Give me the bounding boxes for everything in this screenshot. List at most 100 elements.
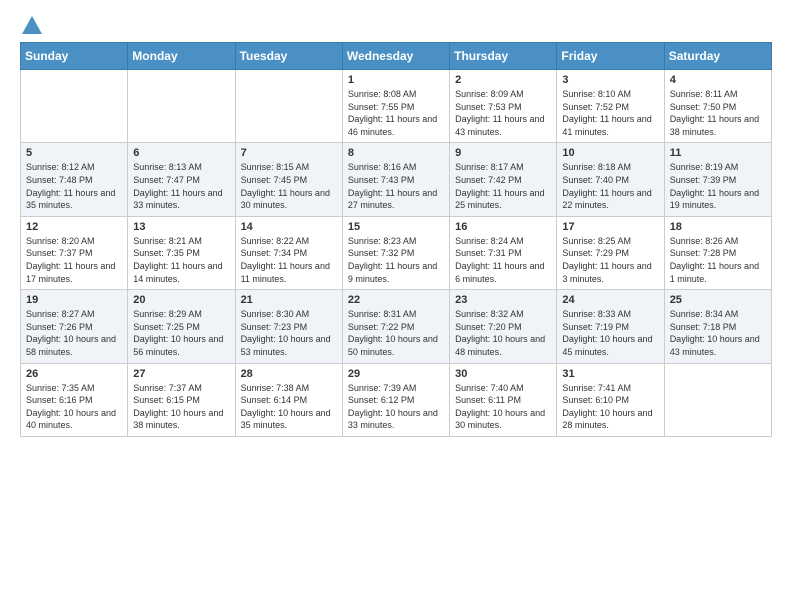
day-number: 1 xyxy=(348,74,444,86)
day-info: Sunrise: 7:35 AM Sunset: 6:16 PM Dayligh… xyxy=(26,382,122,432)
day-number: 14 xyxy=(241,221,337,233)
day-number: 6 xyxy=(133,147,229,159)
table-cell: 12 Sunrise: 8:20 AM Sunset: 7:37 PM Dayli… xyxy=(21,216,128,289)
day-number: 24 xyxy=(562,294,658,306)
day-number: 22 xyxy=(348,294,444,306)
table-cell: 19 Sunrise: 8:27 AM Sunset: 7:26 PM Dayli… xyxy=(21,290,128,363)
day-info: Sunrise: 8:32 AM Sunset: 7:20 PM Dayligh… xyxy=(455,308,551,358)
day-info: Sunrise: 8:21 AM Sunset: 7:35 PM Dayligh… xyxy=(133,235,229,285)
table-cell: 28Sunrise: 7:38 AM Sunset: 6:14 PM Dayli… xyxy=(235,363,342,436)
day-number: 23 xyxy=(455,294,551,306)
table-cell: 13 Sunrise: 8:21 AM Sunset: 7:35 PM Dayli… xyxy=(128,216,235,289)
table-cell: 2 Sunrise: 8:09 AM Sunset: 7:53 PM Daylig… xyxy=(450,70,557,143)
calendar-week-row: 19 Sunrise: 8:27 AM Sunset: 7:26 PM Dayli… xyxy=(21,290,772,363)
table-cell xyxy=(235,70,342,143)
day-number: 30 xyxy=(455,368,551,380)
day-info: Sunrise: 8:22 AM Sunset: 7:34 PM Dayligh… xyxy=(241,235,337,285)
day-number: 9 xyxy=(455,147,551,159)
day-number: 12 xyxy=(26,221,122,233)
calendar-week-row: 5 Sunrise: 8:12 AM Sunset: 7:48 PM Daylig… xyxy=(21,143,772,216)
table-cell: 27Sunrise: 7:37 AM Sunset: 6:15 PM Dayli… xyxy=(128,363,235,436)
table-cell: 23 Sunrise: 8:32 AM Sunset: 7:20 PM Dayli… xyxy=(450,290,557,363)
day-info: Sunrise: 8:11 AM Sunset: 7:50 PM Dayligh… xyxy=(670,88,766,138)
table-cell: 26 Sunrise: 7:35 AM Sunset: 6:16 PM Dayli… xyxy=(21,363,128,436)
table-cell: 20 Sunrise: 8:29 AM Sunset: 7:25 PM Dayli… xyxy=(128,290,235,363)
day-number: 5 xyxy=(26,147,122,159)
table-cell: 25Sunrise: 8:34 AM Sunset: 7:18 PM Dayli… xyxy=(664,290,771,363)
table-cell: 5 Sunrise: 8:12 AM Sunset: 7:48 PM Daylig… xyxy=(21,143,128,216)
day-number: 20 xyxy=(133,294,229,306)
day-number: 21 xyxy=(241,294,337,306)
day-info: Sunrise: 8:20 AM Sunset: 7:37 PM Dayligh… xyxy=(26,235,122,285)
logo-triangle-icon xyxy=(22,16,42,34)
day-number: 26 xyxy=(26,368,122,380)
day-number: 8 xyxy=(348,147,444,159)
table-cell: 16 Sunrise: 8:24 AM Sunset: 7:31 PM Dayli… xyxy=(450,216,557,289)
table-cell: 29 Sunrise: 7:39 AM Sunset: 6:12 PM Dayli… xyxy=(342,363,449,436)
table-cell: 31 Sunrise: 7:41 AM Sunset: 6:10 PM Dayli… xyxy=(557,363,664,436)
day-number: 7 xyxy=(241,147,337,159)
day-info: Sunrise: 8:24 AM Sunset: 7:31 PM Dayligh… xyxy=(455,235,551,285)
day-info: Sunrise: 7:40 AM Sunset: 6:11 PM Dayligh… xyxy=(455,382,551,432)
day-info: Sunrise: 8:13 AM Sunset: 7:47 PM Dayligh… xyxy=(133,161,229,211)
col-wednesday: Wednesday xyxy=(342,43,449,70)
calendar-week-row: 12 Sunrise: 8:20 AM Sunset: 7:37 PM Dayli… xyxy=(21,216,772,289)
day-info: Sunrise: 8:16 AM Sunset: 7:43 PM Dayligh… xyxy=(348,161,444,211)
day-number: 31 xyxy=(562,368,658,380)
day-info: Sunrise: 7:41 AM Sunset: 6:10 PM Dayligh… xyxy=(562,382,658,432)
calendar-table: Sunday Monday Tuesday Wednesday Thursday… xyxy=(20,42,772,437)
day-info: Sunrise: 8:26 AM Sunset: 7:28 PM Dayligh… xyxy=(670,235,766,285)
table-cell: 11 Sunrise: 8:19 AM Sunset: 7:39 PM Dayli… xyxy=(664,143,771,216)
table-cell: 9 Sunrise: 8:17 AM Sunset: 7:42 PM Daylig… xyxy=(450,143,557,216)
table-cell: 8 Sunrise: 8:16 AM Sunset: 7:43 PM Daylig… xyxy=(342,143,449,216)
table-cell: 30 Sunrise: 7:40 AM Sunset: 6:11 PM Dayli… xyxy=(450,363,557,436)
day-info: Sunrise: 8:29 AM Sunset: 7:25 PM Dayligh… xyxy=(133,308,229,358)
table-cell: 22 Sunrise: 8:31 AM Sunset: 7:22 PM Dayli… xyxy=(342,290,449,363)
table-cell: 1 Sunrise: 8:08 AM Sunset: 7:55 PM Daylig… xyxy=(342,70,449,143)
header xyxy=(20,16,772,34)
day-info: Sunrise: 8:17 AM Sunset: 7:42 PM Dayligh… xyxy=(455,161,551,211)
table-cell xyxy=(128,70,235,143)
day-number: 18 xyxy=(670,221,766,233)
day-number: 19 xyxy=(26,294,122,306)
day-info: Sunrise: 8:12 AM Sunset: 7:48 PM Dayligh… xyxy=(26,161,122,211)
day-info: Sunrise: 7:39 AM Sunset: 6:12 PM Dayligh… xyxy=(348,382,444,432)
day-info: Sunrise: 8:19 AM Sunset: 7:39 PM Dayligh… xyxy=(670,161,766,211)
day-number: 15 xyxy=(348,221,444,233)
day-number: 4 xyxy=(670,74,766,86)
day-number: 2 xyxy=(455,74,551,86)
day-info: Sunrise: 8:23 AM Sunset: 7:32 PM Dayligh… xyxy=(348,235,444,285)
day-number: 16 xyxy=(455,221,551,233)
table-cell: 18 Sunrise: 8:26 AM Sunset: 7:28 PM Dayli… xyxy=(664,216,771,289)
day-info: Sunrise: 8:27 AM Sunset: 7:26 PM Dayligh… xyxy=(26,308,122,358)
day-info: Sunrise: 8:31 AM Sunset: 7:22 PM Dayligh… xyxy=(348,308,444,358)
day-info: Sunrise: 8:09 AM Sunset: 7:53 PM Dayligh… xyxy=(455,88,551,138)
table-cell: 24 Sunrise: 8:33 AM Sunset: 7:19 PM Dayli… xyxy=(557,290,664,363)
day-info: Sunrise: 8:30 AM Sunset: 7:23 PM Dayligh… xyxy=(241,308,337,358)
table-cell: 21 Sunrise: 8:30 AM Sunset: 7:23 PM Dayli… xyxy=(235,290,342,363)
day-info: Sunrise: 7:38 AM Sunset: 6:14 PM Dayligh… xyxy=(241,382,337,432)
day-info: Sunrise: 8:08 AM Sunset: 7:55 PM Dayligh… xyxy=(348,88,444,138)
day-info: Sunrise: 8:33 AM Sunset: 7:19 PM Dayligh… xyxy=(562,308,658,358)
day-number: 17 xyxy=(562,221,658,233)
table-cell xyxy=(21,70,128,143)
day-number: 13 xyxy=(133,221,229,233)
table-cell: 7 Sunrise: 8:15 AM Sunset: 7:45 PM Daylig… xyxy=(235,143,342,216)
day-number: 10 xyxy=(562,147,658,159)
day-number: 11 xyxy=(670,147,766,159)
table-cell: 15 Sunrise: 8:23 AM Sunset: 7:32 PM Dayli… xyxy=(342,216,449,289)
table-cell xyxy=(664,363,771,436)
calendar-header-row: Sunday Monday Tuesday Wednesday Thursday… xyxy=(21,43,772,70)
table-cell: 6 Sunrise: 8:13 AM Sunset: 7:47 PM Daylig… xyxy=(128,143,235,216)
page: Sunday Monday Tuesday Wednesday Thursday… xyxy=(0,0,792,612)
day-number: 25 xyxy=(670,294,766,306)
day-info: Sunrise: 8:15 AM Sunset: 7:45 PM Dayligh… xyxy=(241,161,337,211)
day-info: Sunrise: 8:10 AM Sunset: 7:52 PM Dayligh… xyxy=(562,88,658,138)
col-monday: Monday xyxy=(128,43,235,70)
col-saturday: Saturday xyxy=(664,43,771,70)
day-number: 27 xyxy=(133,368,229,380)
col-tuesday: Tuesday xyxy=(235,43,342,70)
table-cell: 17Sunrise: 8:25 AM Sunset: 7:29 PM Dayli… xyxy=(557,216,664,289)
day-info: Sunrise: 8:18 AM Sunset: 7:40 PM Dayligh… xyxy=(562,161,658,211)
day-number: 29 xyxy=(348,368,444,380)
